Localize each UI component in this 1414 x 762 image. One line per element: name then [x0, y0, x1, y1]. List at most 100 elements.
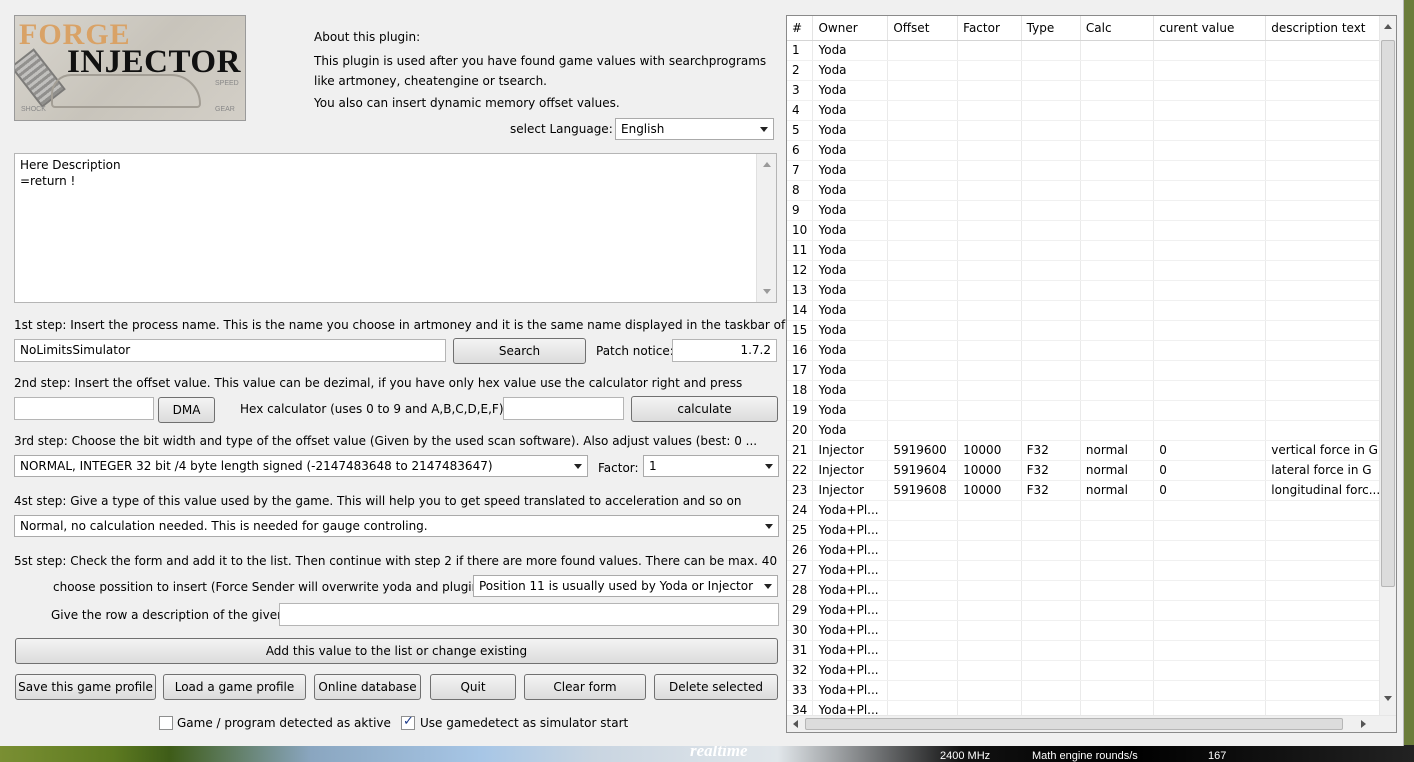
table-cell[interactable]: 10000	[957, 460, 1022, 481]
table-cell[interactable]	[1265, 620, 1396, 641]
table-cell[interactable]	[1265, 520, 1396, 541]
table-cell[interactable]	[887, 620, 959, 641]
row-number-cell[interactable]: 21	[787, 440, 814, 461]
table-cell[interactable]	[957, 320, 1022, 341]
values-grid[interactable]: # Owner Offset Factor Type Calc curent value de…	[786, 15, 1397, 733]
row-number-cell[interactable]: 16	[787, 340, 814, 361]
table-cell[interactable]	[957, 360, 1022, 381]
table-cell[interactable]	[887, 140, 959, 161]
table-cell[interactable]	[1080, 180, 1155, 201]
table-cell[interactable]	[1265, 500, 1396, 521]
row-number-cell[interactable]: 29	[787, 600, 814, 621]
grid-horizontal-thumb[interactable]	[805, 718, 1343, 730]
table-cell[interactable]	[1080, 40, 1155, 61]
table-cell[interactable]	[1265, 360, 1396, 381]
table-cell[interactable]	[957, 520, 1022, 541]
table-row[interactable]: 10 Yoda	[787, 220, 1396, 241]
table-row[interactable]: 25 Yoda+Pl...	[787, 520, 1396, 541]
table-cell[interactable]	[1021, 60, 1081, 81]
table-cell[interactable]: Injector	[812, 480, 889, 501]
row-number-cell[interactable]: 18	[787, 380, 814, 401]
table-cell[interactable]	[887, 600, 959, 621]
table-cell[interactable]	[1153, 520, 1267, 541]
table-cell[interactable]	[887, 380, 959, 401]
row-number-cell[interactable]: 6	[787, 140, 814, 161]
table-cell[interactable]	[1080, 320, 1155, 341]
table-cell[interactable]: Yoda	[812, 100, 889, 121]
grid-column-header[interactable]: curent value	[1153, 16, 1267, 41]
table-cell[interactable]	[1021, 360, 1081, 381]
table-cell[interactable]	[1021, 300, 1081, 321]
table-cell[interactable]	[957, 220, 1022, 241]
table-cell[interactable]	[1080, 240, 1155, 261]
table-cell[interactable]	[1153, 100, 1267, 121]
table-cell[interactable]: Yoda	[812, 360, 889, 381]
table-cell[interactable]: 10000	[957, 480, 1022, 501]
search-button[interactable]: Search	[453, 338, 586, 364]
table-cell[interactable]	[1153, 560, 1267, 581]
table-cell[interactable]	[957, 60, 1022, 81]
table-cell[interactable]	[1080, 300, 1155, 321]
row-number-cell[interactable]: 3	[787, 80, 814, 101]
table-row[interactable]: 27 Yoda+Pl...	[787, 560, 1396, 581]
table-cell[interactable]	[1153, 640, 1267, 661]
table-cell[interactable]	[1265, 560, 1396, 581]
table-cell[interactable]	[887, 320, 959, 341]
table-cell[interactable]	[957, 180, 1022, 201]
table-cell[interactable]	[1265, 600, 1396, 621]
patch-notice-input[interactable]: 1.7.2	[672, 339, 777, 362]
hex-calculator-input[interactable]	[503, 397, 624, 420]
table-cell[interactable]	[1153, 120, 1267, 141]
table-cell[interactable]	[1153, 40, 1267, 61]
table-cell[interactable]	[957, 80, 1022, 101]
table-row[interactable]: 31 Yoda+Pl...	[787, 640, 1396, 661]
table-cell[interactable]: lateral force in G	[1265, 460, 1396, 481]
table-cell[interactable]	[957, 620, 1022, 641]
table-cell[interactable]: Yoda+Pl...	[812, 680, 889, 701]
table-cell[interactable]	[1021, 260, 1081, 281]
table-cell[interactable]	[1265, 260, 1396, 281]
table-cell[interactable]	[887, 120, 959, 141]
table-row[interactable]: 26 Yoda+Pl...	[787, 540, 1396, 561]
table-cell[interactable]	[1080, 580, 1155, 601]
table-cell[interactable]: Yoda	[812, 140, 889, 161]
table-row[interactable]: 4 Yoda	[787, 100, 1396, 121]
table-cell[interactable]	[1265, 680, 1396, 701]
row-number-cell[interactable]: 17	[787, 360, 814, 381]
table-cell[interactable]	[1265, 540, 1396, 561]
table-cell[interactable]: 0	[1153, 480, 1267, 501]
delete-selected-button[interactable]: Delete selected	[654, 674, 778, 700]
table-cell[interactable]: Yoda+Pl...	[812, 660, 889, 681]
row-number-cell[interactable]: 30	[787, 620, 814, 641]
table-cell[interactable]	[957, 580, 1022, 601]
row-number-cell[interactable]: 5	[787, 120, 814, 141]
table-cell[interactable]	[887, 560, 959, 581]
table-cell[interactable]	[1021, 160, 1081, 181]
table-cell[interactable]	[1080, 160, 1155, 181]
table-cell[interactable]	[1080, 260, 1155, 281]
table-cell[interactable]	[1153, 600, 1267, 621]
row-number-cell[interactable]: 12	[787, 260, 814, 281]
table-cell[interactable]	[1021, 380, 1081, 401]
row-number-cell[interactable]: 13	[787, 280, 814, 301]
grid-column-header[interactable]: Owner	[812, 16, 889, 41]
row-number-cell[interactable]: 11	[787, 240, 814, 261]
table-cell[interactable]: Yoda	[812, 180, 889, 201]
table-cell[interactable]	[1080, 280, 1155, 301]
table-row[interactable]: 30 Yoda+Pl...	[787, 620, 1396, 641]
scroll-right-icon[interactable]	[1361, 720, 1366, 728]
table-cell[interactable]	[1021, 340, 1081, 361]
grid-column-header[interactable]: Calc	[1080, 16, 1155, 41]
table-cell[interactable]	[957, 640, 1022, 661]
table-row[interactable]: 21 Injector 5919600 10000 F32 normal 0 vertical…	[787, 440, 1396, 461]
table-cell[interactable]	[1080, 540, 1155, 561]
table-cell[interactable]	[1021, 600, 1081, 621]
table-cell[interactable]	[1265, 180, 1396, 201]
table-cell[interactable]	[1021, 580, 1081, 601]
table-cell[interactable]	[1265, 220, 1396, 241]
table-cell[interactable]: Yoda	[812, 200, 889, 221]
scroll-down-icon[interactable]	[763, 289, 771, 294]
table-cell[interactable]	[1021, 520, 1081, 541]
table-cell[interactable]	[887, 400, 959, 421]
table-cell[interactable]	[1153, 240, 1267, 261]
